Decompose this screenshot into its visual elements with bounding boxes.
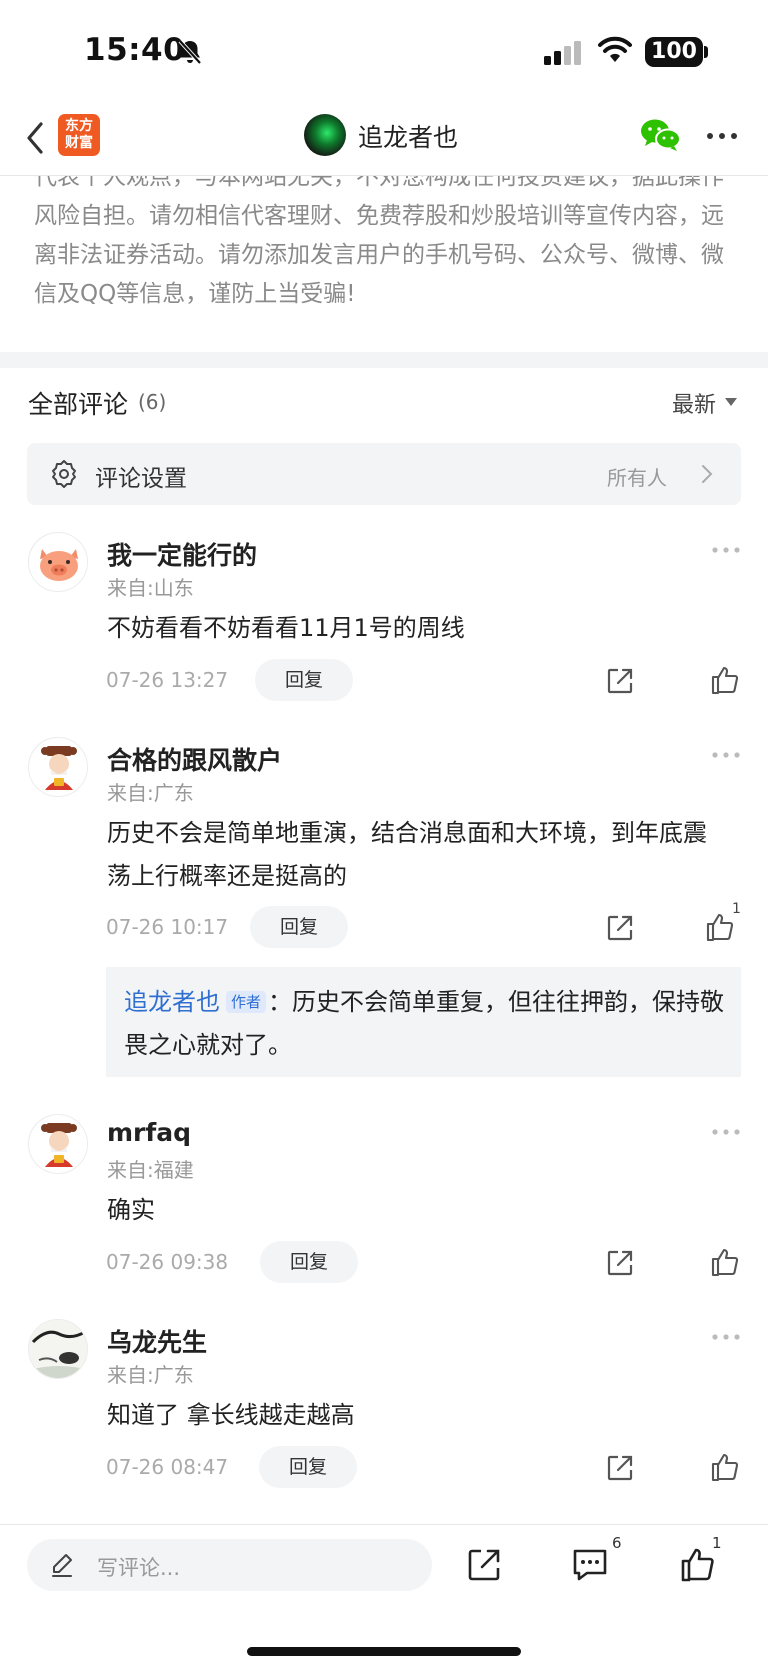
pig-avatar-icon <box>29 533 87 591</box>
home-indicator[interactable] <box>247 1647 521 1656</box>
share-icon[interactable] <box>605 666 635 696</box>
bell-muted-icon <box>178 39 202 65</box>
author-reply: 追龙者也 作者 ：历史不会简单重复，但往往押韵，保持敬畏之心就对了。 <box>106 967 741 1077</box>
comment-time: 07-26 13:27 <box>106 668 229 692</box>
wifi-icon <box>598 36 632 62</box>
app-logo[interactable]: 东方 财富 <box>58 114 100 156</box>
comment-author[interactable]: 乌龙先生 <box>107 1323 207 1359</box>
share-icon[interactable] <box>605 1248 635 1278</box>
like-count: 1 <box>732 901 741 917</box>
more-options-icon[interactable] <box>711 546 741 554</box>
author-avatar[interactable] <box>304 114 346 156</box>
sort-dropdown[interactable]: 最新 <box>672 387 716 419</box>
reply-button[interactable]: 回复 <box>260 1241 358 1283</box>
battery-indicator: 100 <box>645 37 703 67</box>
share-icon[interactable] <box>605 913 635 943</box>
gear-icon <box>52 460 76 488</box>
fortune-god-avatar-icon <box>29 1115 87 1173</box>
author-tag: 作者 <box>226 991 267 1013</box>
battery-nub <box>704 46 708 58</box>
reply-button[interactable]: 回复 <box>259 1446 357 1488</box>
comment-settings-bar[interactable]: 评论设置 所有人 <box>27 443 741 505</box>
comment-count: 6 <box>612 1534 622 1552</box>
comment-text: 不妨看看不妨看看11月1号的周线 <box>107 614 465 642</box>
bottom-action-bar: 写评论... 6 1 <box>0 1524 768 1665</box>
more-options-icon[interactable] <box>711 1333 741 1341</box>
comment-location: 来自:山东 <box>107 576 194 600</box>
share-icon[interactable] <box>466 1547 502 1583</box>
thumbs-up-icon[interactable] <box>709 1451 741 1483</box>
reply-separator: ： <box>268 988 293 1016</box>
ink-painting-avatar-icon <box>29 1320 87 1378</box>
like-count: 1 <box>712 1534 722 1552</box>
status-bar: 15:40 100 <box>0 0 768 100</box>
fortune-god-avatar-icon <box>29 738 87 796</box>
avatar[interactable] <box>28 1319 88 1379</box>
settings-value: 所有人 <box>607 466 667 490</box>
nav-bar: 东方 财富 追龙者也 <box>0 104 768 176</box>
comment-location: 来自:福建 <box>107 1158 194 1182</box>
comment-author[interactable]: 合格的跟风散户 <box>107 741 282 777</box>
share-icon[interactable] <box>605 1453 635 1483</box>
reply-author[interactable]: 追龙者也 <box>124 988 220 1016</box>
reply-button[interactable]: 回复 <box>255 659 353 701</box>
status-time: 15:40 <box>84 32 186 68</box>
logo-line-1: 东方 <box>65 118 93 134</box>
comment-time: 07-26 10:17 <box>106 915 229 939</box>
comment-author[interactable]: 我一定能行的 <box>107 536 257 572</box>
pencil-icon <box>52 1554 72 1577</box>
comments-title: 全部评论 <box>28 390 129 419</box>
more-options-icon[interactable] <box>711 1128 741 1136</box>
back-arrow-icon[interactable] <box>22 118 48 158</box>
reply-content: 追龙者也 作者 ：历史不会简单重复，但往往押韵，保持敬畏之心就对了。 <box>124 981 724 1067</box>
comment-text: 知道了 拿长线越走越高 <box>107 1401 355 1429</box>
signal-icon <box>544 41 581 65</box>
settings-label: 评论设置 <box>95 466 187 492</box>
write-comment-placeholder: 写评论... <box>97 1556 181 1580</box>
wechat-share-icon[interactable] <box>640 118 682 152</box>
more-options-icon[interactable] <box>706 132 738 140</box>
disclaimer-text: 代表个人观点，与本网站无关，不对您构成任何投资建议，据此操作风险自担。请勿相信代… <box>34 176 724 307</box>
logo-line-2: 财富 <box>65 135 93 151</box>
thumbs-up-icon[interactable] <box>709 664 741 696</box>
reply-button[interactable]: 回复 <box>250 906 348 948</box>
comment-location: 来自:广东 <box>107 1363 194 1387</box>
comment-location: 来自:广东 <box>107 781 194 805</box>
section-divider <box>0 352 768 368</box>
comment-icon[interactable] <box>571 1547 609 1583</box>
comment-time: 07-26 08:47 <box>106 1455 229 1479</box>
more-options-icon[interactable] <box>711 751 741 759</box>
comments-count: (6) <box>138 390 167 414</box>
author-name[interactable]: 追龙者也 <box>358 118 458 154</box>
comment-author[interactable]: mrfaq <box>107 1118 191 1147</box>
thumbs-up-icon[interactable] <box>709 1246 741 1278</box>
comment-time: 07-26 09:38 <box>106 1250 229 1274</box>
avatar[interactable] <box>28 737 88 797</box>
chevron-right-icon <box>702 465 713 483</box>
comment-text: 历史不会是简单地重演，结合消息面和大环境，到年底震荡上行概率还是挺高的 <box>107 819 707 890</box>
avatar[interactable] <box>28 1114 88 1174</box>
write-comment-input[interactable]: 写评论... <box>27 1539 432 1591</box>
caret-down-icon[interactable] <box>725 398 737 407</box>
disclaimer: 代表个人观点，与本网站无关，不对您构成任何投资建议，据此操作风险自担。请勿相信代… <box>0 176 768 352</box>
comment-text: 确实 <box>107 1196 155 1224</box>
avatar[interactable] <box>28 532 88 592</box>
